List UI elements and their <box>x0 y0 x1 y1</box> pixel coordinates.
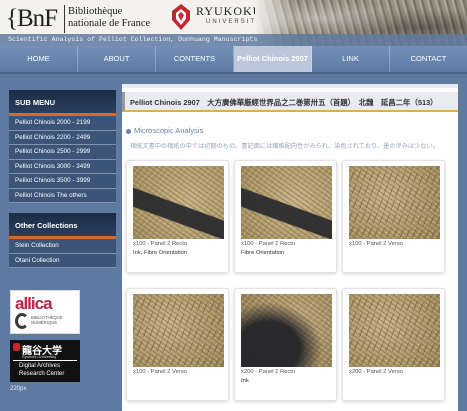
rdarc-line1: Digital Archives <box>19 363 61 369</box>
gallica-g-icon <box>15 313 29 329</box>
bnf-logo[interactable]: {BnF <box>6 4 64 34</box>
micrograph-image[interactable] <box>241 166 332 239</box>
rdarc-banner[interactable]: 龍谷大学 Ryukoku University Digital Archives… <box>10 340 80 382</box>
rdarc-line2: Research Center <box>19 371 65 377</box>
page-title-bar: Pelliot Chinois 2907 大方廣佛華厳經世界品之二巻第卅五（首題… <box>122 92 458 112</box>
micro-card[interactable]: x100 - Panel 2 Verso <box>342 160 445 273</box>
bnf-name-line1: Bibliothèque <box>68 6 123 17</box>
sidebar-footnote: 220px <box>10 386 27 392</box>
ryukoku-name: RYUKOKU <box>196 4 263 18</box>
sidebar: SUB MENU Pelliot Chinois 2000 - 2199 Pel… <box>9 90 116 392</box>
submenu-title: SUB MENU <box>9 90 116 116</box>
site-tagline: Scientific Analysis of Pelliot Collectio… <box>0 34 467 46</box>
collection-otani[interactable]: Otani Collection <box>9 253 116 268</box>
bnf-name-line2: nationale de France <box>68 18 151 29</box>
micro-card[interactable]: x100 - Panel 2 Recto Ink, Fibre Orientat… <box>126 160 229 273</box>
nav-about[interactable]: ABOUT <box>78 46 156 72</box>
ryukoku-mark-icon <box>13 343 20 351</box>
card-caption: x100 - Panel 2 Verso <box>349 241 403 247</box>
main-content: Pelliot Chinois 2907 大方廣佛華厳經世界品之二巻第卅五（首題… <box>122 84 458 411</box>
micro-card[interactable]: x100 - Panel 2 Recto Fibre Orientation <box>234 160 337 273</box>
submenu-item-3500[interactable]: Pelliot Chinois 3500 - 3999 <box>9 174 116 189</box>
micro-card[interactable]: x200 - Panel 2 Verso <box>342 288 445 401</box>
rdarc-english: Ryukoku University <box>22 354 57 359</box>
micrograph-image[interactable] <box>241 294 332 367</box>
section-description: 楮紙文書中の楮紙の中では初期のもの。書記面には繊維配向性がみられ、染色されており… <box>130 143 439 150</box>
card-note: Fibre Orientation <box>241 250 285 256</box>
micrograph-image[interactable] <box>133 294 224 367</box>
micrograph-image[interactable] <box>349 294 440 367</box>
card-caption: x100 - Panel 2 Recto <box>241 241 296 247</box>
other-collections-title: Other Collections <box>9 213 116 239</box>
submenu-list: Pelliot Chinois 2000 - 2199 Pelliot Chin… <box>9 116 116 203</box>
main-nav: HOME ABOUT CONTENTS Pelliot Chinois 2907… <box>0 46 467 74</box>
micrograph-image[interactable] <box>349 166 440 239</box>
card-caption: x100 - Panel 2 Recto <box>133 241 188 247</box>
bnf-name: Bibliothèque nationale de France <box>68 6 150 30</box>
nav-pelliot-2907[interactable]: Pelliot Chinois 2907 <box>234 46 312 72</box>
submenu-item-2500[interactable]: Pelliot Chinois 2500 - 2999 <box>9 145 116 160</box>
section-title-text: Microscopic Analysis <box>134 126 204 135</box>
submenu-item-others[interactable]: Pelliot Chinois The others <box>9 188 116 203</box>
submenu-item-2200[interactable]: Pelliot Chinois 2200 - 2499 <box>9 130 116 145</box>
logo-divider <box>64 5 65 33</box>
card-note: Ink <box>241 378 249 384</box>
nav-link[interactable]: LINK <box>312 46 390 72</box>
collection-stein[interactable]: Stein Collection <box>9 239 116 254</box>
ryukoku-university: UNIVERSITY <box>206 19 263 25</box>
card-caption: x100 - Panel 2 Verso <box>133 369 187 375</box>
micrograph-image[interactable] <box>133 166 224 239</box>
gallica-banner[interactable]: allica BIBLIOTHÈQUE NUMÉRIQUE <box>10 290 80 334</box>
gallica-subtitle: BIBLIOTHÈQUE NUMÉRIQUE <box>31 315 63 325</box>
section-bullet-icon <box>126 128 131 134</box>
page-title: Pelliot Chinois 2907 大方廣佛華厳經世界品之二巻第卅五（首題… <box>130 98 438 107</box>
card-note: Ink, Fibre Orientation <box>133 250 188 256</box>
other-collections-list: Stein Collection Otani Collection <box>9 239 116 268</box>
main-topline <box>122 84 458 88</box>
nav-contents[interactable]: CONTENTS <box>156 46 234 72</box>
card-caption: x200 - Panel 2 Verso <box>349 369 403 375</box>
site-header: {BnF Bibliothèque nationale de France RY… <box>0 0 467 46</box>
card-caption: x200 - Panel 2 Recto <box>241 369 296 375</box>
micro-card[interactable]: x200 - Panel 2 Recto Ink <box>234 288 337 401</box>
rdarc-divider <box>13 360 77 361</box>
gallica-wordmark: allica <box>15 294 53 313</box>
submenu-item-2000[interactable]: Pelliot Chinois 2000 - 2199 <box>9 116 116 131</box>
submenu-item-3000[interactable]: Pelliot Chinois 3000 - 3499 <box>9 159 116 174</box>
micro-card[interactable]: x100 - Panel 2 Verso <box>126 288 229 401</box>
ryukoku-emblem-icon[interactable] <box>170 2 192 32</box>
gallica-sub-line2: NUMÉRIQUE <box>31 320 58 325</box>
nav-contact[interactable]: CONTACT <box>390 46 467 72</box>
section-title: Microscopic Analysis <box>126 126 203 135</box>
nav-home[interactable]: HOME <box>0 46 78 72</box>
